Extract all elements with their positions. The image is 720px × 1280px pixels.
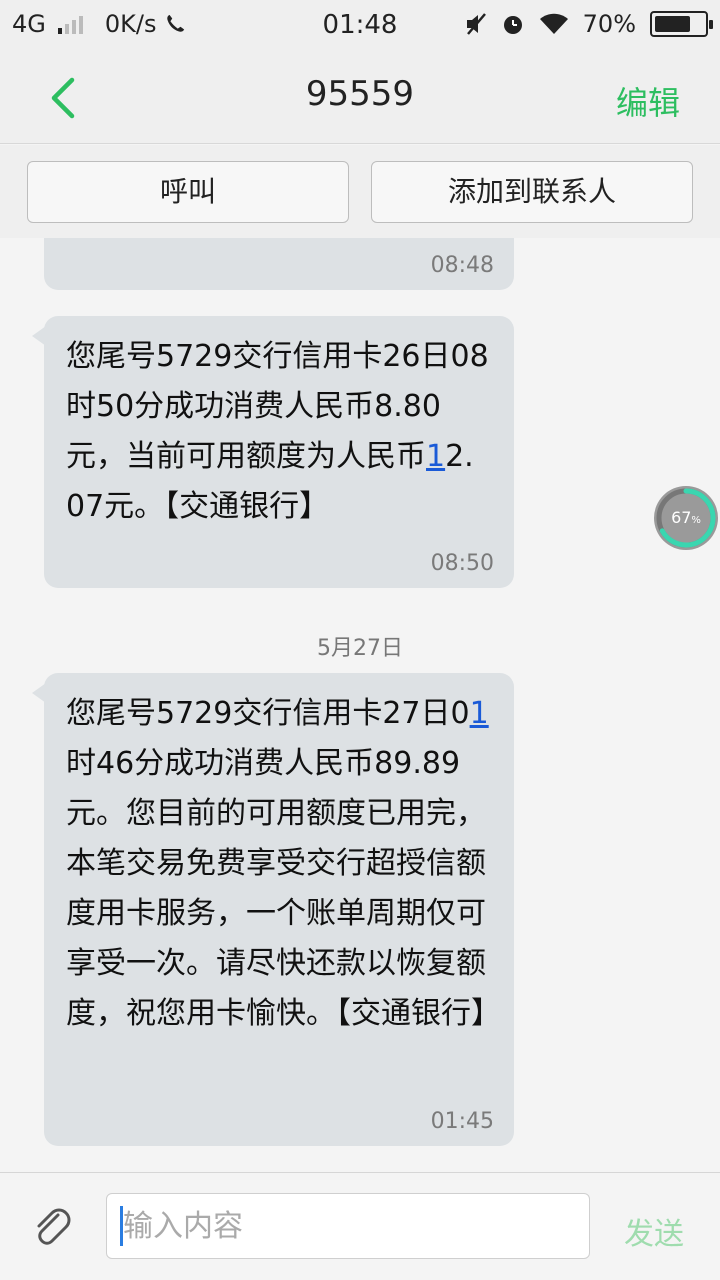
mute-icon xyxy=(466,13,486,35)
status-bar: 4G 0K/s 01:48 70% xyxy=(0,0,720,52)
progress-label: 67% xyxy=(652,484,720,552)
message-number-link[interactable]: 1 xyxy=(426,439,445,474)
conversation-title: 95559 xyxy=(305,74,415,114)
conversation-header: 95559 编辑 xyxy=(0,52,720,144)
progress-value: 67 xyxy=(671,508,692,527)
status-right: 70% xyxy=(465,10,713,38)
message-bubble[interactable]: 您尾号5729交行信用卡26日08时50分成功消费人民币8.80元，当前可用额度… xyxy=(32,316,514,588)
battery-percent: 70% xyxy=(582,10,636,38)
message-text: 您尾号5729交行信用卡26日08时50分成功消费人民币8.80元，当前可用额度… xyxy=(44,316,514,532)
text-cursor xyxy=(120,1206,123,1246)
message-time: 08:50 xyxy=(430,551,494,576)
bubble-tail xyxy=(32,683,46,703)
bubble-tail xyxy=(32,326,46,346)
compose-bar: 发送 xyxy=(0,1172,720,1280)
battery-fill xyxy=(655,16,690,32)
alarm-icon xyxy=(503,16,522,34)
wifi-icon xyxy=(539,13,568,34)
message-bubble[interactable]: 您尾号5729交行信用卡27日01 时46分成功消费人民币89.89元。您目前的可… xyxy=(32,673,514,1146)
message-number-link[interactable]: 1 xyxy=(470,696,489,731)
message-list[interactable]: 08:48 您尾号5729交行信用卡26日08时50分成功消费人民币8.80元，… xyxy=(0,238,720,1172)
message-text-part: 您尾号5729交行信用卡27日0 xyxy=(66,696,470,731)
send-button[interactable]: 发送 xyxy=(624,1209,684,1253)
contact-actions: 呼叫 添加到联系人 xyxy=(0,145,720,238)
add-to-contacts-button[interactable]: 添加到联系人 xyxy=(371,161,693,223)
message-bubble[interactable]: 08:48 xyxy=(44,238,514,290)
message-input[interactable] xyxy=(106,1193,590,1259)
memory-boost-widget[interactable]: 67% xyxy=(652,484,720,552)
attach-paperclip-icon xyxy=(37,1208,71,1245)
date-separator: 5月27日 xyxy=(317,636,403,661)
battery-icon xyxy=(650,11,713,37)
message-time: 08:48 xyxy=(430,253,494,278)
attach-button[interactable] xyxy=(30,1205,74,1249)
message-text: 您尾号5729交行信用卡27日01 时46分成功消费人民币89.89元。您目前的可… xyxy=(44,673,514,1039)
progress-unit: % xyxy=(691,515,701,526)
edit-button[interactable]: 编辑 xyxy=(616,78,680,124)
call-button[interactable]: 呼叫 xyxy=(27,161,349,223)
message-text-part: 时46分成功消费人民币89.89元。您目前的可用额度已用完，本笔交易免费享受交行… xyxy=(66,746,501,1031)
message-time: 01:45 xyxy=(430,1109,494,1134)
